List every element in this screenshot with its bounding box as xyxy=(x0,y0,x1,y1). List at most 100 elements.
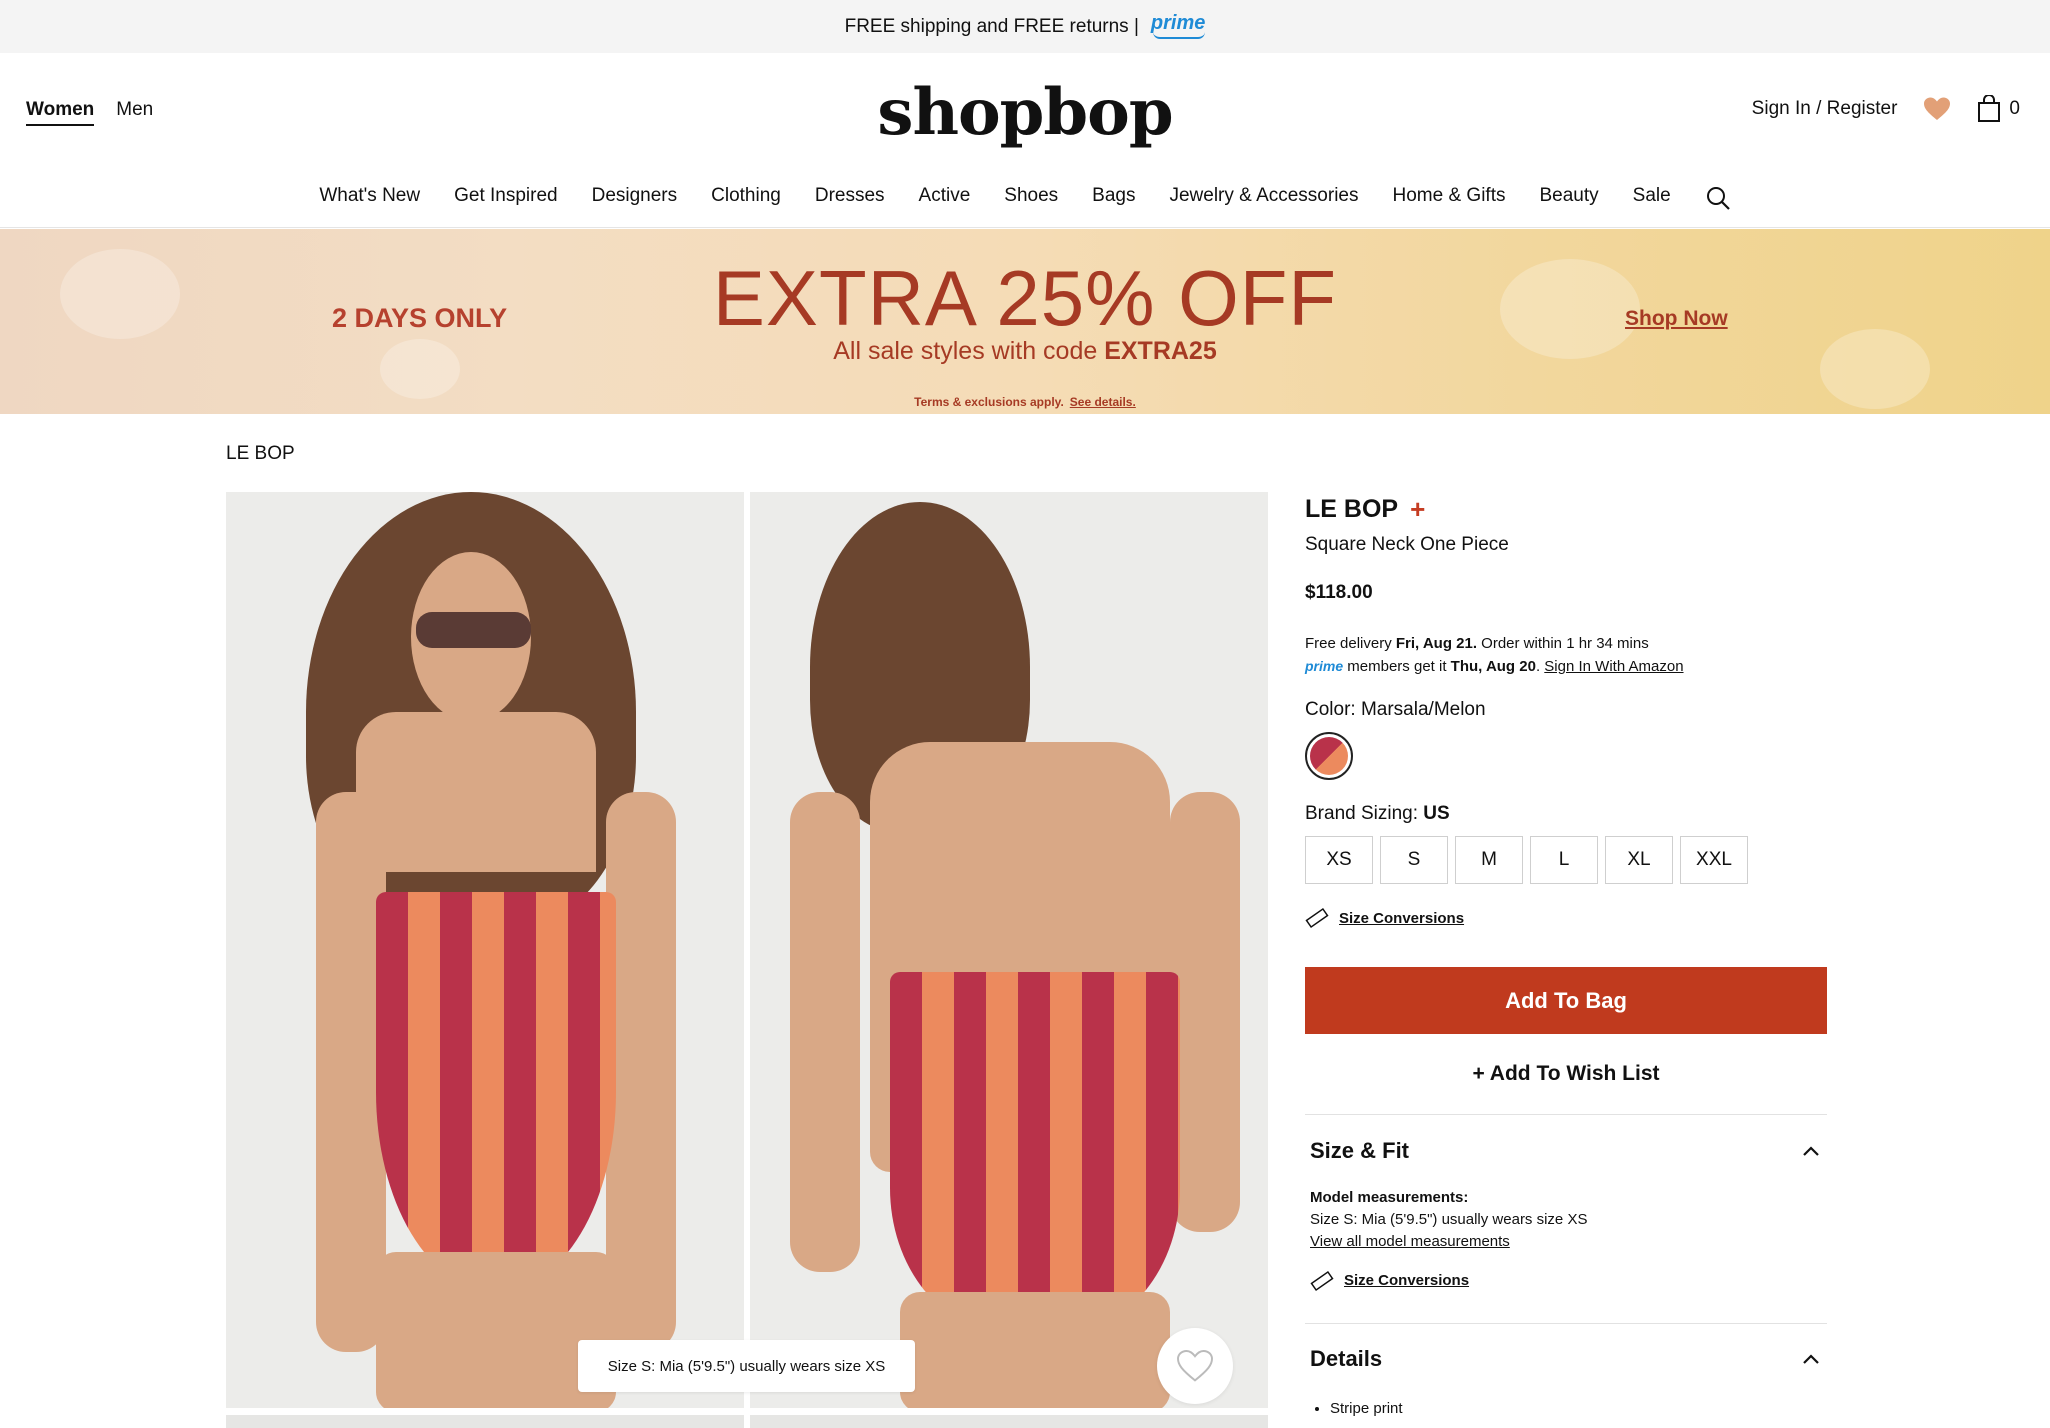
model-arm-right xyxy=(606,792,676,1352)
brand-name[interactable]: LE BOP xyxy=(1305,495,1398,524)
promo-terms-text: Terms & exclusions apply. xyxy=(914,395,1064,409)
sign-in-amazon-link[interactable]: Sign In With Amazon xyxy=(1544,658,1683,675)
search-icon[interactable] xyxy=(1705,185,1731,211)
delivery-prefix: Free delivery xyxy=(1305,635,1396,652)
sizing-value: US xyxy=(1423,803,1450,824)
thumbnail-row xyxy=(750,1415,1268,1428)
nav-beauty[interactable]: Beauty xyxy=(1539,185,1598,211)
promo-headline: EXTRA 25% OFF xyxy=(712,254,1338,342)
model-arm-back-right xyxy=(1170,792,1240,1232)
promo-terms: Terms & exclusions apply. See details. xyxy=(0,395,2050,409)
details-item: Stripe print xyxy=(1330,1400,1822,1417)
bag-count: 0 xyxy=(2009,98,2020,119)
size-fit-header[interactable]: Size & Fit xyxy=(1310,1115,1822,1187)
model-size-caption: Size S: Mia (5'9.5") usually wears size … xyxy=(578,1340,915,1392)
see-details-link[interactable]: See details. xyxy=(1070,395,1136,409)
add-to-bag-button[interactable]: Add To Bag xyxy=(1305,967,1827,1034)
details-header[interactable]: Details xyxy=(1310,1324,1822,1394)
thumbnail-row xyxy=(226,1415,744,1428)
delivery-date: Fri, Aug 21. xyxy=(1395,635,1477,652)
shop-now-link[interactable]: Shop Now xyxy=(1625,307,1728,331)
product-panel: LE BOP + Square Neck One Piece $118.00 F… xyxy=(1305,492,1827,1417)
heart-outline-icon xyxy=(1177,1349,1213,1382)
nav-get-inspired[interactable]: Get Inspired xyxy=(454,185,558,211)
size-button-s[interactable]: S xyxy=(1380,836,1448,884)
brand-row: LE BOP + xyxy=(1305,494,1827,525)
prime-logo: prime xyxy=(1150,12,1206,39)
model-measurements-label: Model measurements: xyxy=(1310,1189,1469,1206)
nav-active[interactable]: Active xyxy=(919,185,971,211)
details-section: Details Stripe print xyxy=(1305,1324,1827,1417)
size-fit-section: Size & Fit Model measurements: Size S: M… xyxy=(1305,1115,1827,1324)
product-price: $118.00 xyxy=(1305,582,1373,603)
nav-dresses[interactable]: Dresses xyxy=(815,185,885,211)
size-button-m[interactable]: M xyxy=(1455,836,1523,884)
prime-logo-small: prime xyxy=(1305,658,1344,674)
shopping-bag-button[interactable]: 0 xyxy=(1977,95,2020,123)
nav-jewelry-accessories[interactable]: Jewelry & Accessories xyxy=(1169,185,1358,211)
nav-bags[interactable]: Bags xyxy=(1092,185,1135,211)
nav-home-gifts[interactable]: Home & Gifts xyxy=(1393,185,1506,211)
size-fit-body: Model measurements: Size S: Mia (5'9.5")… xyxy=(1310,1187,1822,1323)
nav-shoes[interactable]: Shoes xyxy=(1004,185,1058,211)
product-name: Square Neck One Piece xyxy=(1305,534,1509,555)
sign-in-register-link[interactable]: Sign In / Register xyxy=(1752,98,1898,120)
size-conversions-label: Size Conversions xyxy=(1344,1272,1470,1289)
add-to-wish-list-button[interactable]: + Add To Wish List xyxy=(1305,1034,1827,1115)
promo-subtitle-text: All sale styles with code xyxy=(833,337,1105,365)
nav-designers[interactable]: Designers xyxy=(592,185,678,211)
size-button-l[interactable]: L xyxy=(1530,836,1598,884)
size-button-xxl[interactable]: XXL xyxy=(1680,836,1748,884)
color-swatch-marsala-melon[interactable] xyxy=(1305,732,1353,780)
ruler-icon xyxy=(1305,907,1329,929)
main-nav: What's New Get Inspired Designers Clothi… xyxy=(0,185,2050,211)
color-label: Color: Marsala/Melon xyxy=(1305,699,1486,720)
ruler-icon xyxy=(1310,1270,1334,1292)
delivery-suffix: Order within 1 hr 34 mins xyxy=(1477,635,1649,652)
size-conversions-link[interactable]: Size Conversions xyxy=(1305,906,1827,930)
swimsuit-front xyxy=(376,892,616,1292)
size-selector: XS S M L XL XXL xyxy=(1305,836,1827,884)
sizing-prefix: Brand Sizing: xyxy=(1305,803,1424,824)
announcement-text: FREE shipping and FREE returns | xyxy=(844,15,1139,37)
chevron-up-icon xyxy=(1803,1354,1819,1364)
details-list: Stripe print xyxy=(1310,1400,1822,1417)
size-conversions-link-2[interactable]: Size Conversions xyxy=(1310,1269,1822,1293)
nav-sale[interactable]: Sale xyxy=(1633,185,1671,211)
site-header: Women Men shopbop Sign In / Register 0 W… xyxy=(0,53,2050,228)
size-button-xl[interactable]: XL xyxy=(1605,836,1673,884)
site-logo[interactable]: shopbop xyxy=(0,75,2050,150)
account-area: Sign In / Register 0 xyxy=(1752,95,2020,123)
nav-whats-new[interactable]: What's New xyxy=(319,185,420,211)
promo-banner[interactable]: 2 DAYS ONLY EXTRA 25% OFF All sale style… xyxy=(0,229,2050,414)
swimsuit-back xyxy=(890,972,1180,1332)
prime-date: Thu, Aug 20 xyxy=(1450,658,1536,675)
favorite-button[interactable] xyxy=(1157,1328,1233,1404)
size-button-xs[interactable]: XS xyxy=(1305,836,1373,884)
size-fit-title: Size & Fit xyxy=(1310,1138,1410,1163)
shopping-bag-icon xyxy=(1978,95,2001,122)
model-neck-shoulders xyxy=(356,712,596,872)
size-conversions-label: Size Conversions xyxy=(1339,909,1465,927)
nav-clothing[interactable]: Clothing xyxy=(711,185,781,211)
model-arm-back-left xyxy=(790,792,860,1272)
view-all-measurements-link[interactable]: View all model measurements xyxy=(1310,1233,1510,1250)
promo-subtitle: All sale styles with code EXTRA25 xyxy=(0,337,2050,366)
product-image-back[interactable] xyxy=(750,492,1268,1408)
promo-code: EXTRA25 xyxy=(1104,337,1217,365)
follow-brand-button[interactable]: + xyxy=(1410,494,1425,525)
sunglasses xyxy=(416,612,531,648)
delivery-info: Free delivery Fri, Aug 21. Order within … xyxy=(1305,632,1827,678)
heart-icon[interactable] xyxy=(1923,96,1951,122)
product-image-front[interactable] xyxy=(226,492,744,1408)
prime-text: members get it xyxy=(1343,658,1451,675)
prime-line: prime members get it Thu, Aug 20. Sign I… xyxy=(1305,658,1684,675)
details-title: Details xyxy=(1310,1346,1383,1371)
breadcrumb[interactable]: LE BOP xyxy=(226,443,295,465)
model-legs-back xyxy=(900,1292,1170,1408)
brand-sizing-label: Brand Sizing: US xyxy=(1305,803,1827,825)
delivery-line: Free delivery Fri, Aug 21. Order within … xyxy=(1305,632,1827,655)
chevron-up-icon xyxy=(1803,1146,1819,1156)
announcement-bar: FREE shipping and FREE returns | prime xyxy=(0,0,2050,53)
swatch-fill xyxy=(1310,737,1348,775)
